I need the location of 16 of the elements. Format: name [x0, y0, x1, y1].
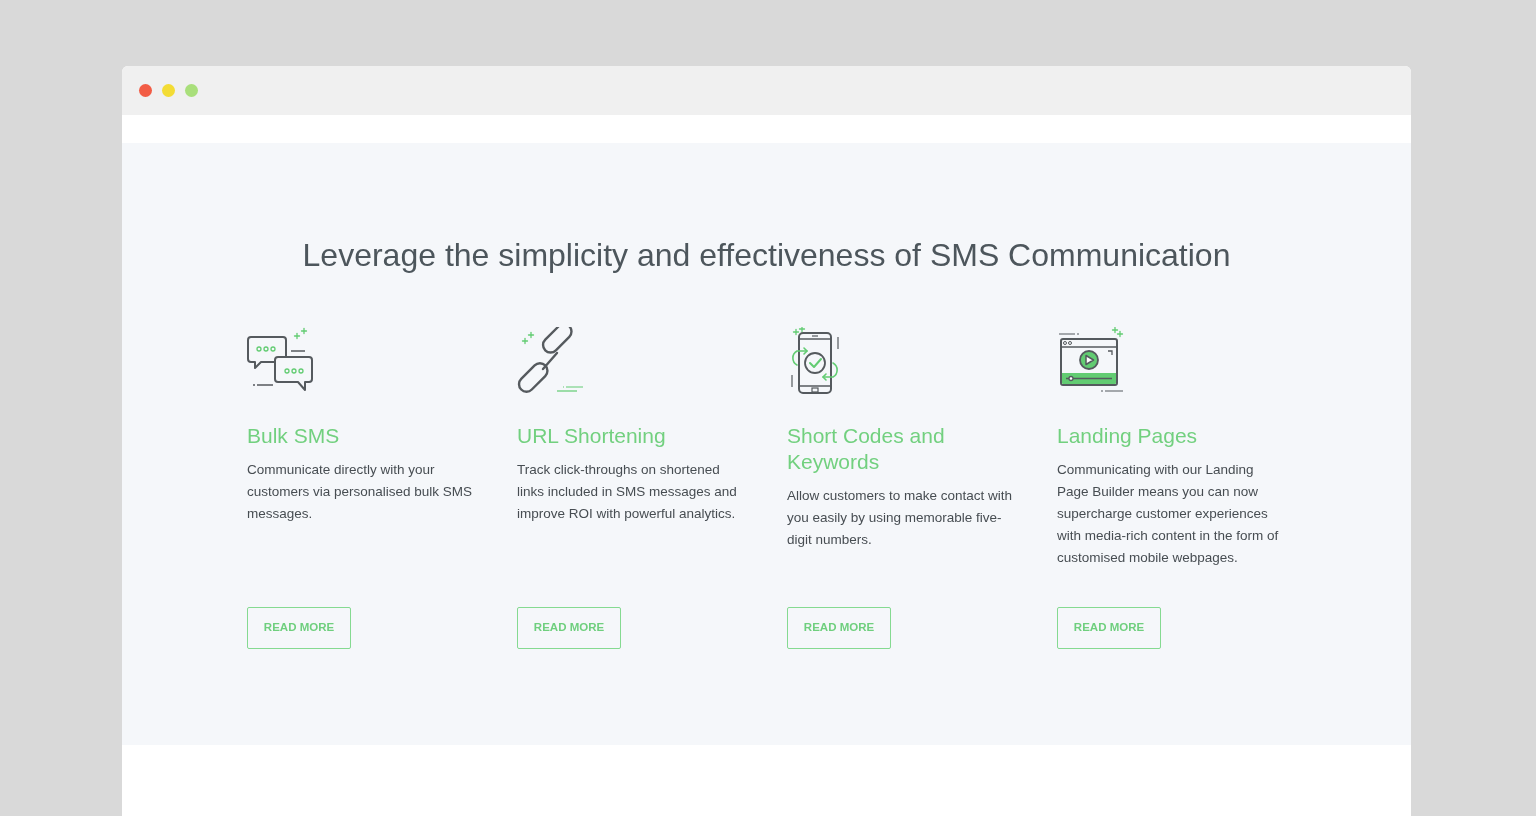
feature-title: Landing Pages: [1057, 423, 1199, 449]
feature-title: Short Codes and Keywords: [787, 423, 946, 475]
feature-description: Track click-throughs on shortened links included in SMS messages and improve ROI with powerful analytics.: [517, 461, 738, 523]
read-more-button[interactable]: READ MORE: [517, 607, 621, 649]
section-heading: Leverage the simplicity and effectiveness of SMS Communication: [301, 236, 1232, 275]
read-more-button[interactable]: READ MORE: [787, 607, 891, 649]
feature-title: Bulk SMS: [247, 423, 341, 449]
feature-description: Allow customers to make contact with you easily by using memorable five-digit numbers.: [787, 487, 1014, 549]
read-more-button[interactable]: READ MORE: [1057, 607, 1161, 649]
feature-description: Communicate directly with your customers via personalised bulk SMS messages.: [247, 461, 474, 523]
window-control-icon[interactable]: [185, 84, 198, 97]
window-control-icon[interactable]: [139, 84, 152, 97]
feature-title: URL Shortening: [517, 423, 667, 449]
feature-description: Communicating with our Landing Page Builder means you can now supercharge customer experiences with media-rich content in the form of customised mobile webpages.: [1057, 461, 1280, 567]
window-control-icon[interactable]: [162, 84, 175, 97]
read-more-button[interactable]: READ MORE: [247, 607, 351, 649]
